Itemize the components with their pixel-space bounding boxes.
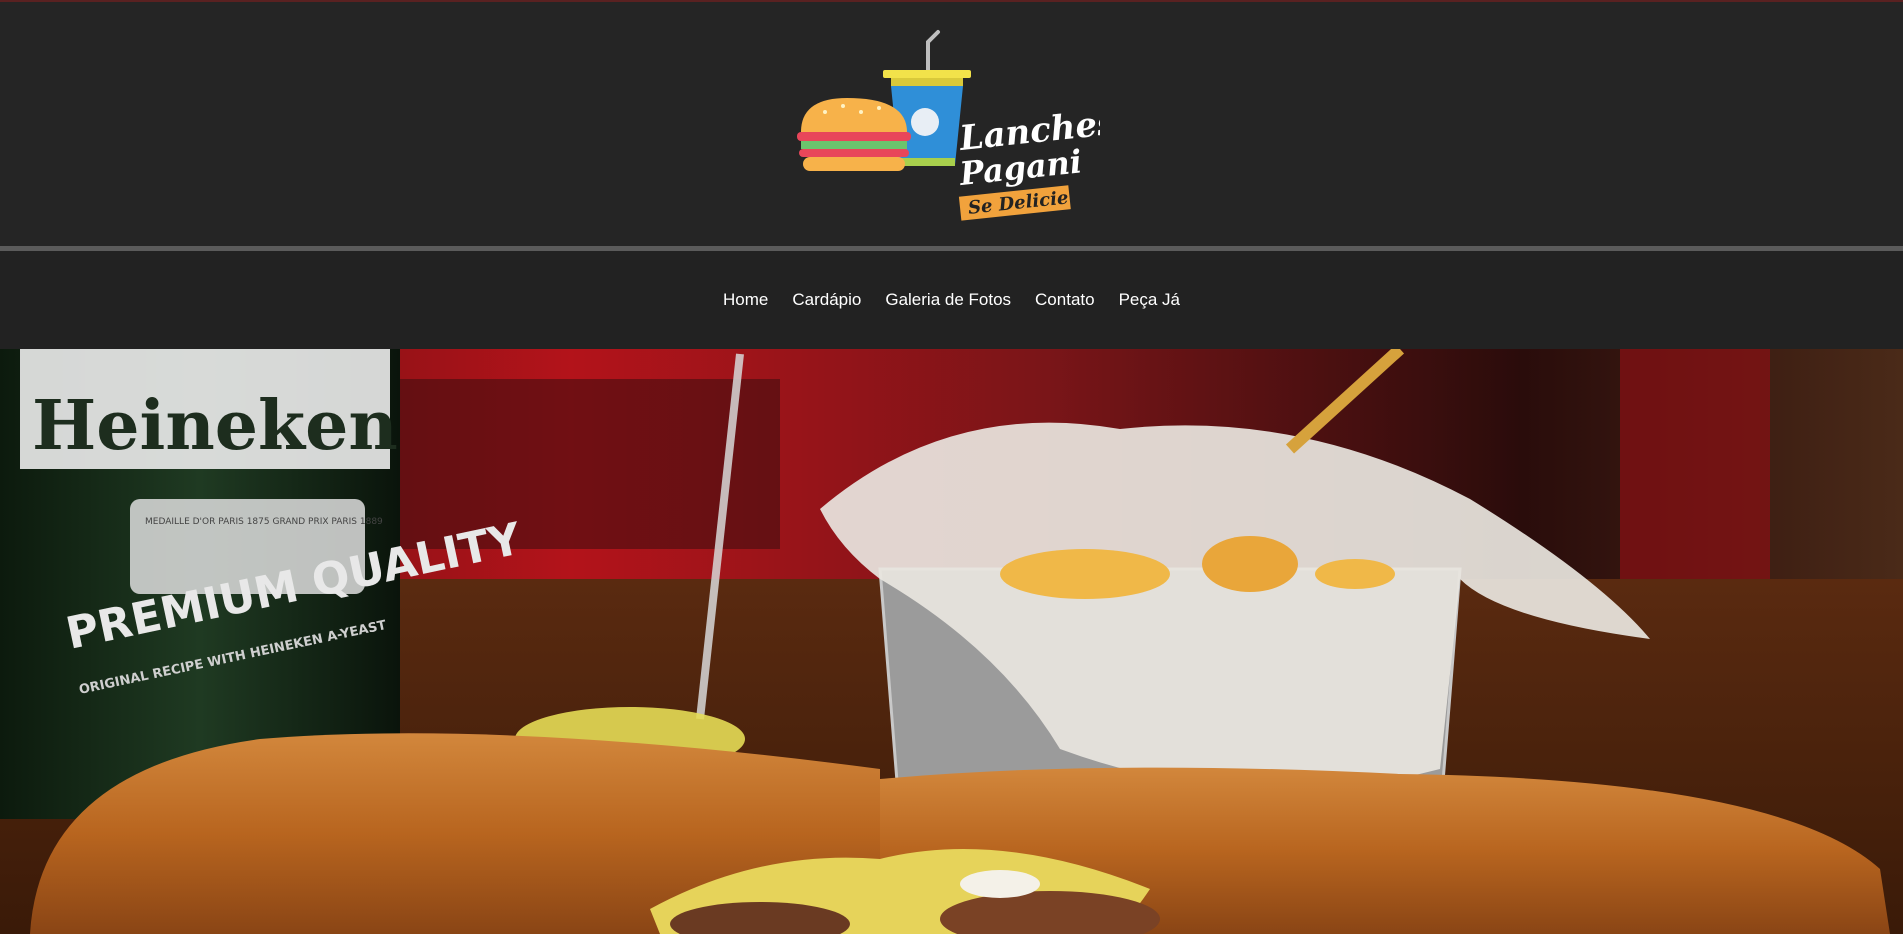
main-nav: Home Cardápio Galeria de Fotos Contato P… — [0, 251, 1903, 349]
nav-galeria-de-fotos[interactable]: Galeria de Fotos — [885, 290, 1011, 310]
hero-photo: Heineken MEDAILLE D'OR PARIS 1875 GRAND … — [0, 349, 1903, 934]
hero-banner: Heineken MEDAILLE D'OR PARIS 1875 GRAND … — [0, 349, 1903, 934]
straw-icon — [926, 30, 940, 77]
bottle-brand: Heineken — [32, 386, 398, 466]
brand-logo[interactable]: Lanches Pagani Se Delicie — [795, 20, 1100, 225]
bottle-medal-text: MEDAILLE D'OR PARIS 1875 GRAND PRIX PARI… — [145, 517, 383, 527]
site-header: Lanches Pagani Se Delicie — [0, 2, 1903, 246]
nav-contato[interactable]: Contato — [1035, 290, 1095, 310]
nav-home[interactable]: Home — [723, 290, 768, 310]
burger-icon — [797, 98, 911, 171]
nav-cardapio[interactable]: Cardápio — [792, 290, 861, 310]
nav-peca-ja[interactable]: Peça Já — [1119, 290, 1180, 310]
